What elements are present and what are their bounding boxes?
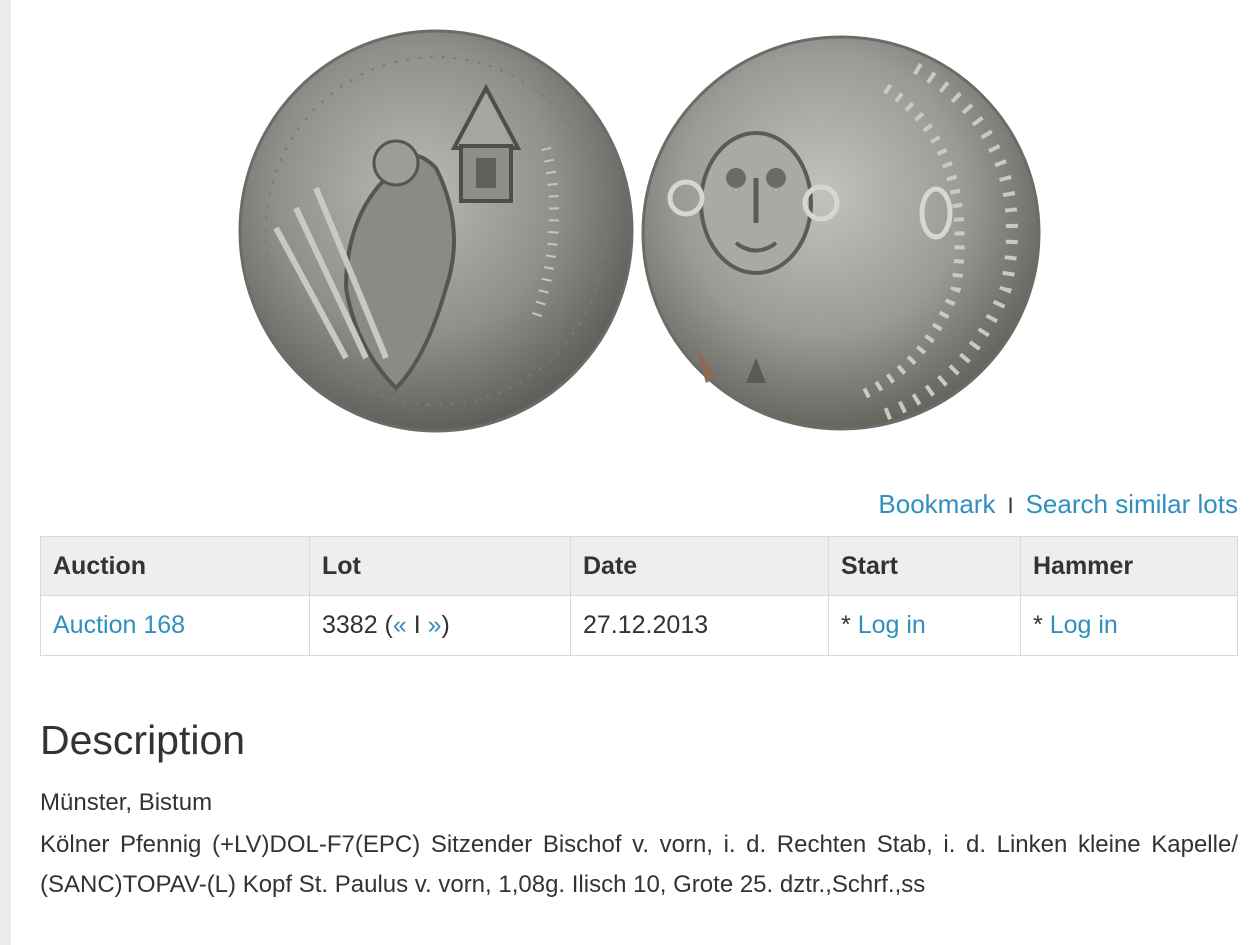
hammer-prefix: *: [1033, 611, 1050, 639]
header-start: Start: [828, 536, 1021, 596]
cell-auction: Auction 168: [40, 595, 310, 656]
start-login-link[interactable]: Log in: [858, 611, 926, 639]
header-lot: Lot: [309, 536, 571, 596]
left-sidebar-strip: [0, 0, 11, 945]
coin-obverse: [238, 29, 634, 433]
header-hammer: Hammer: [1020, 536, 1238, 596]
description-text: Kölner Pfennig (+LV)DOL-F7(EPC) Sitzende…: [40, 831, 1238, 898]
lot-number: 3382 (: [322, 611, 393, 639]
coin-reverse: [641, 35, 1041, 431]
actions-separator: I: [1007, 493, 1014, 518]
cell-lot: 3382 (« I »): [309, 595, 571, 656]
cell-date: 27.12.2013: [570, 595, 829, 656]
lot-actions: Bookmark I Search similar lots: [878, 487, 1238, 523]
cell-hammer: * Log in: [1020, 595, 1238, 656]
search-similar-lots-link[interactable]: Search similar lots: [1026, 489, 1238, 519]
next-lot-link[interactable]: »: [428, 611, 442, 639]
hammer-login-link[interactable]: Log in: [1050, 611, 1118, 639]
table-row: Auction 168 3382 (« I ») 27.12.2013 * Lo…: [40, 595, 1238, 656]
previous-lot-link[interactable]: «: [393, 611, 407, 639]
description-heading: Description: [40, 717, 246, 763]
lot-close-paren: ): [441, 611, 450, 639]
header-date: Date: [570, 536, 829, 596]
table-header-row: Auction Lot Date Start Hammer: [40, 536, 1238, 596]
auction-link[interactable]: Auction 168: [53, 611, 185, 639]
bookmark-link[interactable]: Bookmark: [878, 489, 995, 519]
lot-nav-separator: I: [406, 611, 428, 639]
coin-image: [236, 28, 1042, 434]
cell-start: * Log in: [828, 595, 1021, 656]
lot-info-table: Auction Lot Date Start Hammer Auction 16…: [40, 536, 1238, 656]
description-location: Münster, Bistum: [40, 789, 213, 816]
start-prefix: *: [841, 611, 858, 639]
header-auction: Auction: [40, 536, 310, 596]
